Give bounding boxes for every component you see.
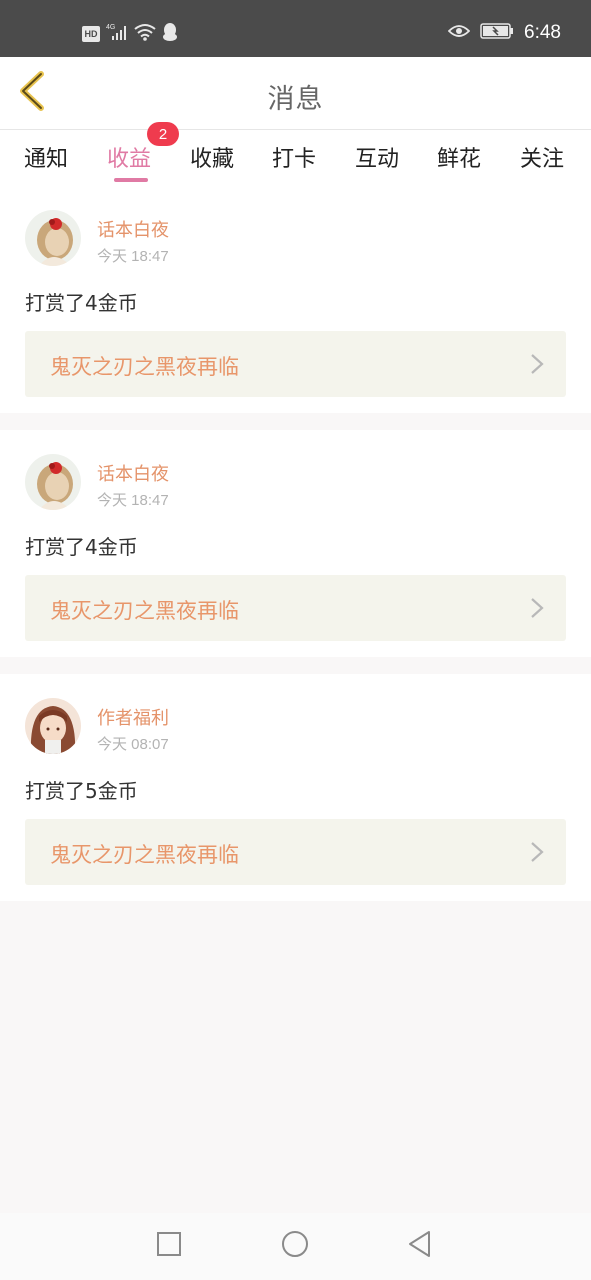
- circle-icon: [281, 1230, 309, 1262]
- username[interactable]: 话本白夜: [97, 216, 169, 242]
- book-link[interactable]: 鬼灭之刃之黑夜再临: [25, 575, 566, 641]
- signal-icon: 4G: [106, 23, 128, 45]
- chevron-right-icon: [530, 841, 544, 867]
- tab-follow[interactable]: 关注: [520, 141, 564, 173]
- hd-icon: HD: [82, 26, 100, 42]
- book-title: 鬼灭之刃之黑夜再临: [50, 355, 239, 379]
- message-card: 话本白夜 今天 18:47 打赏了4金币 鬼灭之刃之黑夜再临: [0, 186, 591, 413]
- status-right: 6:48: [447, 22, 561, 44]
- tab-earnings[interactable]: 收益: [107, 141, 151, 173]
- book-link[interactable]: 鬼灭之刃之黑夜再临: [25, 331, 566, 397]
- qq-icon: [162, 22, 178, 46]
- book-link[interactable]: 鬼灭之刃之黑夜再临: [25, 819, 566, 885]
- status-left: HD 4G: [82, 22, 178, 46]
- message-time: 今天 18:47: [97, 492, 169, 509]
- tab-bar: 通知 收益 收藏 打卡 互动 鲜花 关注: [0, 129, 591, 186]
- username[interactable]: 作者福利: [97, 704, 169, 730]
- active-tab-indicator: [114, 178, 148, 182]
- page-title: 消息: [267, 84, 324, 115]
- wifi-icon: [134, 23, 156, 45]
- eye-icon: [447, 23, 471, 43]
- tab-flowers[interactable]: 鲜花: [437, 141, 481, 173]
- avatar[interactable]: [25, 454, 81, 510]
- message-action: 打赏了5金币: [25, 779, 138, 803]
- home-button[interactable]: [280, 1231, 310, 1261]
- book-title: 鬼灭之刃之黑夜再临: [50, 843, 239, 867]
- book-title: 鬼灭之刃之黑夜再临: [50, 599, 239, 623]
- square-icon: [156, 1231, 182, 1261]
- tab-favorites[interactable]: 收藏: [190, 141, 234, 173]
- username[interactable]: 话本白夜: [97, 460, 169, 486]
- triangle-back-icon: [407, 1230, 433, 1262]
- message-action: 打赏了4金币: [25, 291, 138, 315]
- message-card: 作者福利 今天 08:07 打赏了5金币 鬼灭之刃之黑夜再临: [0, 674, 591, 901]
- app-header: 消息: [0, 57, 591, 129]
- status-bar: HD 4G 6:48: [0, 0, 591, 57]
- message-card: 话本白夜 今天 18:47 打赏了4金币 鬼灭之刃之黑夜再临: [0, 430, 591, 657]
- recent-apps-button[interactable]: [154, 1231, 184, 1261]
- tab-interaction[interactable]: 互动: [355, 141, 399, 173]
- message-time: 今天 18:47: [97, 248, 169, 265]
- battery-icon: [480, 23, 514, 43]
- chevron-right-icon: [530, 597, 544, 623]
- back-nav-button[interactable]: [405, 1231, 435, 1261]
- svg-text:4G: 4G: [106, 24, 115, 31]
- chevron-right-icon: [530, 353, 544, 379]
- system-nav-bar: [0, 1213, 591, 1280]
- tab-checkin[interactable]: 打卡: [272, 141, 316, 173]
- avatar[interactable]: [25, 698, 81, 754]
- earnings-badge: 2: [147, 122, 179, 146]
- message-action: 打赏了4金币: [25, 535, 138, 559]
- avatar[interactable]: [25, 210, 81, 266]
- message-time: 今天 08:07: [97, 736, 169, 753]
- tab-notice[interactable]: 通知: [24, 141, 68, 173]
- clock: 6:48: [524, 22, 561, 43]
